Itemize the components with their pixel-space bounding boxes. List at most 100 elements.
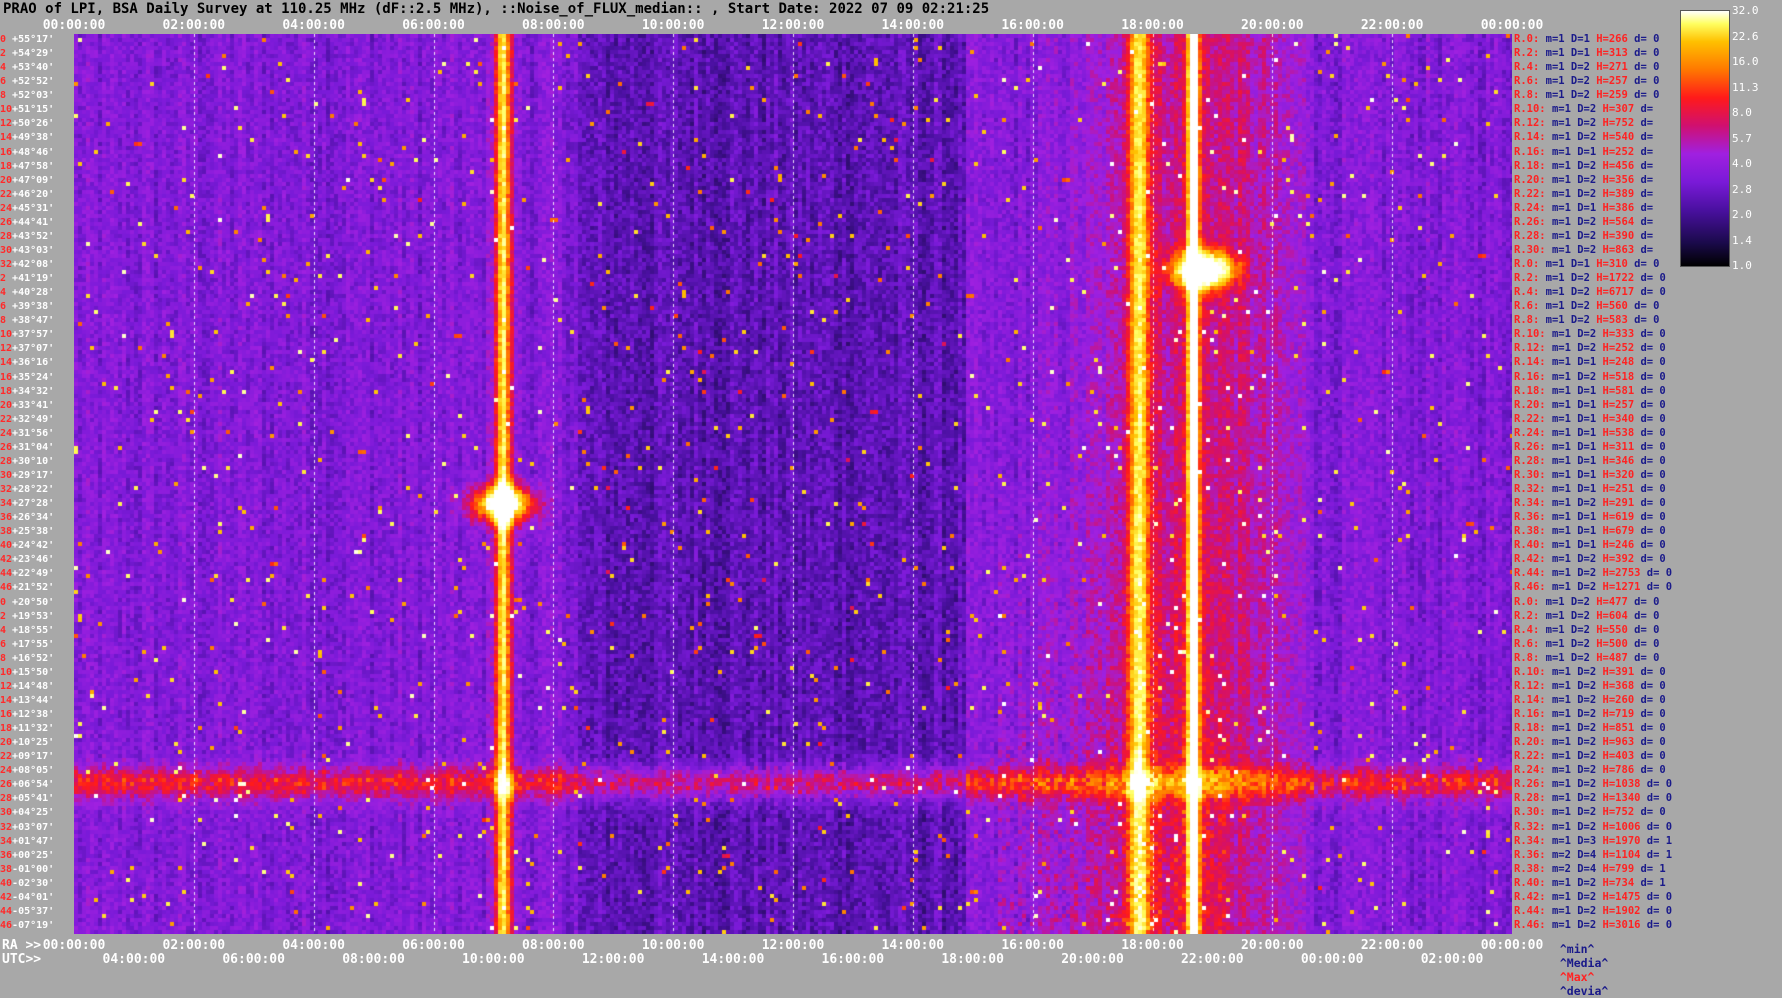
stats-r: R.0: [1514,258,1540,270]
dec-value: +15°50' [12,666,55,678]
stats-h: H=1104 [1602,848,1641,861]
stats-r: R.20: [1514,398,1546,411]
stats-dv: d= 0 [1634,623,1660,636]
stats-dv: d= 0 [1640,511,1666,524]
stats-row: R.14: m=1 D=2 H=540 d= [1514,132,1653,143]
stats-row: R.24: m=1 D=1 H=386 d= [1514,202,1653,214]
dec-index: 20 [0,737,13,749]
colorbar-tick: 8.0 [1732,106,1752,119]
stats-d: D=3 [1577,834,1597,847]
stats-h: H=403 [1602,750,1635,763]
stats-r: R.10: [1514,103,1546,116]
stats-h: H=271 [1596,61,1628,74]
stats-row: R.4: m=1 D=2 H=271 d= 0 [1514,62,1659,73]
top-axis-tick: 00:00:00 [42,18,106,33]
dec-label: 20+10°25' [0,737,54,748]
stats-r: R.12: [1514,117,1546,130]
ra-axis-tick: 14:00:00 [881,938,945,953]
stats-d: D=1 [1577,483,1597,495]
dec-index: 18 [0,385,13,397]
stats-m: m=1 [1551,834,1571,847]
dec-index: 8 [0,90,13,102]
stats-h: H=518 [1602,370,1635,383]
dec-value: +37°57' [12,329,55,341]
stats-r: R.22: [1514,412,1546,425]
stats-h: H=1340 [1602,792,1641,805]
dec-label: 24+31°56' [0,428,54,439]
stats-h: H=560 [1596,300,1628,313]
utc-axis-tick: 06:00:00 [222,952,285,967]
dec-value: +28°22' [12,484,55,495]
stats-h: H=291 [1602,497,1635,510]
dec-index: 0 [0,596,13,608]
stats-dv: d= 0 [1640,483,1666,495]
stats-row: R.10: m=1 D=2 H=333 d= 0 [1514,329,1666,340]
dec-label: 10+51°15' [0,104,54,115]
stats-d: D=1 [1577,454,1597,467]
stats-d: D=2 [1577,876,1597,889]
stats-row: R.30: m=1 D=1 H=320 d= 0 [1514,469,1666,481]
stats-h: H=251 [1602,483,1635,495]
stats-dv: d= 0 [1646,778,1673,791]
stats-dv: d= 0 [1634,75,1660,88]
colorbar-tick: 11.3 [1732,80,1759,94]
stats-m: m=1 [1551,454,1571,467]
stats-d: D=2 [1577,581,1597,594]
ra-axis-tick: 06:00:00 [402,938,465,953]
dec-index: 8 [0,315,13,327]
stats-d: D=2 [1577,173,1597,186]
stats-m: m=1 [1551,145,1571,158]
dec-label: 28+43°52' [0,231,54,242]
dec-value: +10°25' [12,737,55,749]
stats-m: m=1 [1551,483,1571,495]
stats-m: m=1 [1551,693,1571,706]
stats-row: R.16: m=1 D=2 H=518 d= 0 [1514,370,1666,383]
stats-m: m=1 [1551,736,1571,749]
stats-m: m=1 [1545,75,1565,88]
stats-row: R.38: m=1 D=1 H=679 d= 0 [1514,526,1666,537]
dec-value: +47°58' [12,160,55,172]
stats-row: R.24: m=1 D=1 H=538 d= 0 [1514,427,1666,439]
dec-label: 2 +41°19' [0,273,54,284]
stats-m: m=1 [1551,215,1571,228]
stats-r: R.38: [1514,862,1546,875]
stats-row: R.28: m=1 D=1 H=346 d= 0 [1514,454,1666,467]
stats-m: m=2 [1551,862,1571,875]
stats-r: R.14: [1514,356,1546,369]
stats-row: R.22: m=1 D=2 H=403 d= 0 [1514,751,1666,762]
spectrogram-plot [74,34,1512,934]
dec-value: +35°24' [12,371,55,383]
stats-row: R.22: m=1 D=1 H=340 d= 0 [1514,412,1666,425]
stats-row: R.12: m=1 D=2 H=752 d= [1514,118,1653,129]
dec-label: 18+34°32' [0,386,54,397]
stats-dv: d= 0 [1640,272,1666,285]
dec-index: 28 [0,230,13,242]
dec-label: 34+01°47' [0,836,54,847]
stats-d: D=2 [1577,567,1597,580]
stats-row: R.16: m=1 D=1 H=252 d= [1514,145,1653,158]
stats-d: D=2 [1577,328,1597,341]
dec-label: 16+12°38' [0,709,54,720]
dec-index: 22 [0,413,13,425]
stats-row: R.6: m=1 D=2 H=257 d= 0 [1514,76,1659,87]
stats-d: D=2 [1577,370,1597,383]
top-axis-tick: 00:00:00 [1480,18,1544,33]
stats-m: m=1 [1551,665,1571,678]
stats-dv: d= 0 [1640,412,1666,425]
stats-h: H=1038 [1602,778,1641,791]
stats-d: D=2 [1577,553,1597,566]
top-axis-tick: 12:00:00 [761,18,825,33]
dec-value: +38°47' [12,315,55,327]
dec-value: +49°38' [12,132,55,144]
stats-r: R.34: [1514,497,1546,510]
stats-row: R.28: m=1 D=2 H=1340 d= 0 [1514,793,1672,804]
stats-m: m=1 [1551,117,1571,130]
stats-m: m=1 [1551,525,1571,538]
stats-r: R.16: [1514,145,1546,158]
stats-m: m=1 [1545,314,1565,327]
dec-value: -07°19' [12,919,55,931]
stats-d: D=2 [1570,286,1590,299]
stats-row: R.8: m=1 D=2 H=259 d= 0 [1514,90,1659,101]
dec-value: +23°46' [12,554,55,566]
stats-m: m=1 [1551,750,1571,763]
